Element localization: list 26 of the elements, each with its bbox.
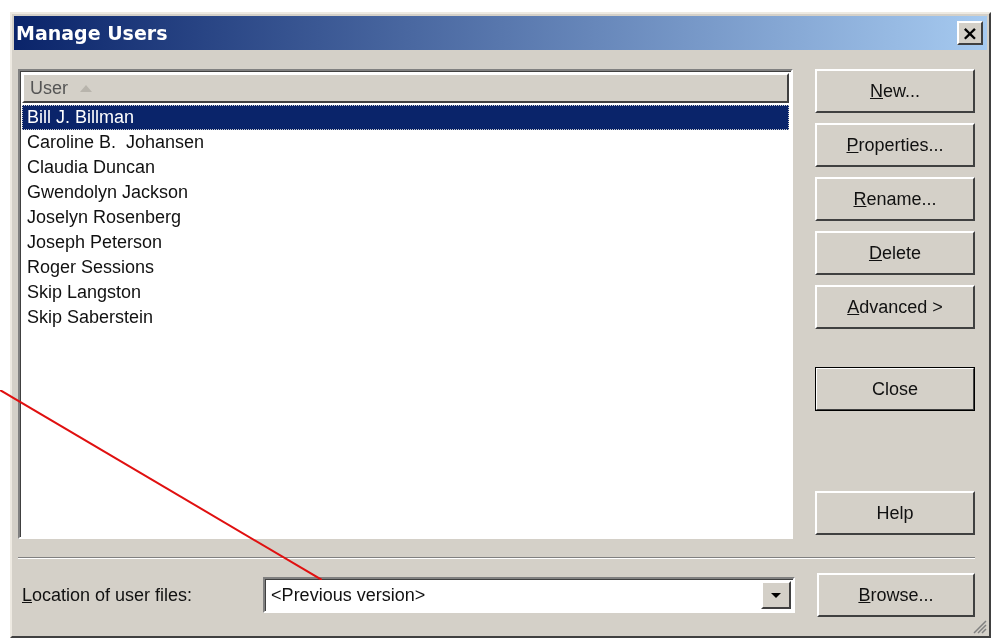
- browse-button[interactable]: Browse...: [816, 573, 975, 617]
- dialog-button[interactable]: Help: [815, 491, 975, 535]
- user-row[interactable]: Joselyn Rosenberg: [22, 205, 789, 230]
- dialog-button[interactable]: New...: [815, 69, 975, 113]
- user-row[interactable]: Bill J. Billman: [22, 105, 789, 130]
- dialog-button[interactable]: Delete: [815, 231, 975, 275]
- user-row[interactable]: Gwendolyn Jackson: [22, 180, 789, 205]
- dialog-button[interactable]: Close: [815, 367, 975, 411]
- column-header[interactable]: User: [22, 73, 789, 103]
- user-row[interactable]: Joseph Peterson: [22, 230, 789, 255]
- caret-icon: [770, 592, 781, 598]
- dialog-button[interactable]: Properties...: [815, 123, 975, 167]
- dialog-button[interactable]: Advanced >: [815, 285, 975, 329]
- dropdown-button[interactable]: [760, 581, 791, 609]
- close-button[interactable]: ×: [957, 21, 983, 45]
- user-row[interactable]: Skip Saberstein: [22, 305, 789, 330]
- location-dropdown[interactable]: <Previous version>: [263, 577, 795, 613]
- resize-grip-icon: [973, 620, 987, 634]
- user-row[interactable]: Skip Langston: [22, 280, 789, 305]
- sort-arrow-icon: [80, 84, 92, 92]
- window-title: Manage Users: [16, 22, 168, 44]
- user-row[interactable]: Caroline B. Johansen: [22, 130, 789, 155]
- dialog-button[interactable]: Rename...: [815, 177, 975, 221]
- user-row[interactable]: Roger Sessions: [22, 255, 789, 280]
- location-label: Location of user files:: [21, 584, 194, 606]
- user-row[interactable]: Claudia Duncan: [22, 155, 789, 180]
